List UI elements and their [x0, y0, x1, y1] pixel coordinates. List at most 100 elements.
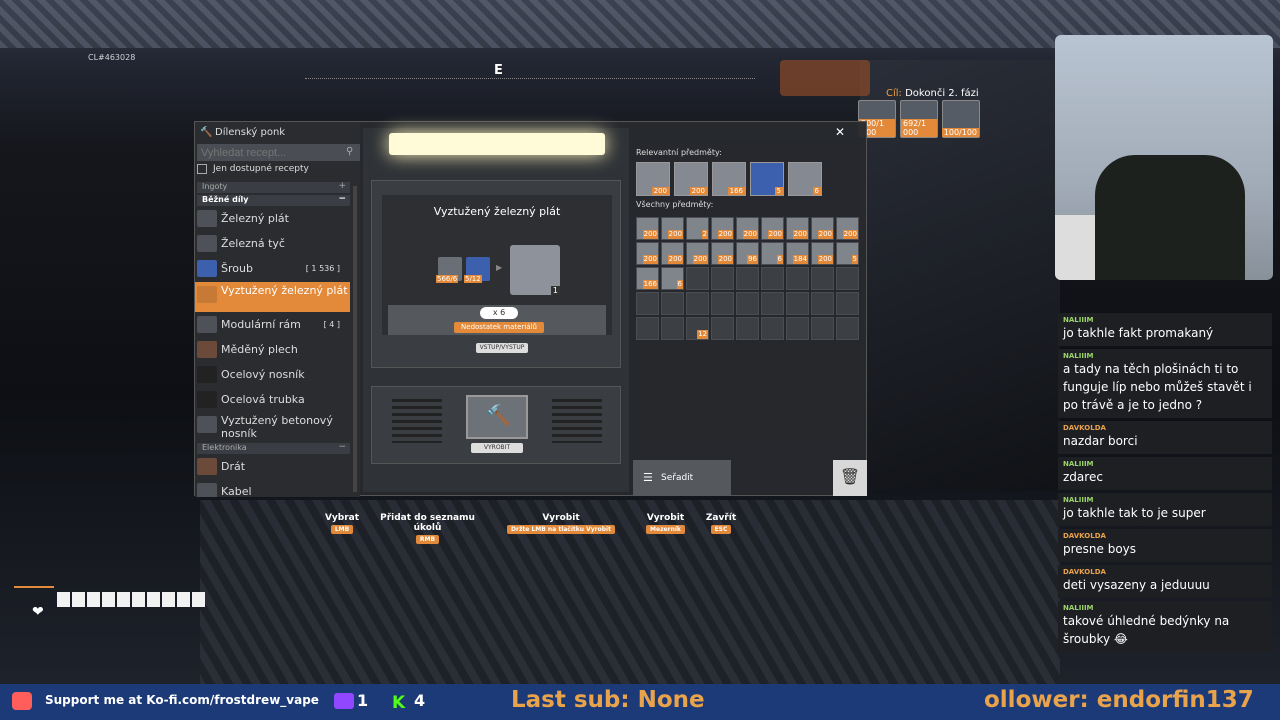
chat-username: NALIIIM	[1063, 496, 1094, 504]
health-bar	[57, 592, 205, 607]
recipe-item[interactable]: Modulární rám[ 4 ]	[195, 312, 350, 337]
item-icon	[197, 235, 217, 252]
quantity-selector[interactable]: x 6	[480, 307, 518, 319]
recipe-item[interactable]: Drát	[195, 454, 350, 479]
trash-icon[interactable]: 🗑	[833, 460, 867, 496]
ingredient-screw[interactable]: 5/12	[464, 257, 490, 283]
item-icon	[197, 416, 217, 433]
inventory-slot[interactable]	[761, 292, 784, 315]
inventory-slot[interactable]	[786, 292, 809, 315]
recipe-item[interactable]: Vyztužený betonový nosník	[195, 412, 350, 444]
hint-craft-space: Vyrobit Mezerník	[646, 513, 685, 534]
inventory-slot[interactable]: 96	[736, 242, 759, 265]
inventory-slot[interactable]	[811, 292, 834, 315]
only-available-checkbox[interactable]	[197, 164, 207, 174]
inventory-slot[interactable]: 200	[811, 217, 834, 240]
inventory-slot[interactable]: 5	[836, 242, 859, 265]
chat-text: deti vysazeny a jeduuuu	[1063, 578, 1210, 592]
inventory-slot[interactable]: 6	[761, 242, 784, 265]
inventory-slot[interactable]: 200	[711, 217, 734, 240]
kofi-icon	[12, 692, 32, 710]
inventory-slot[interactable]: 200	[636, 162, 670, 196]
goal-item: 100/100	[941, 100, 980, 138]
inventory-slot[interactable]: 6	[661, 267, 684, 290]
inventory-slot[interactable]: 200	[836, 217, 859, 240]
inventory-slot[interactable]	[636, 317, 659, 340]
inventory-slot[interactable]: 5	[750, 162, 784, 196]
inventory-slot[interactable]	[686, 292, 709, 315]
craft-button[interactable]: 🔨	[466, 395, 528, 439]
inventory-slot[interactable]	[786, 267, 809, 290]
close-icon[interactable]: ✕	[835, 125, 845, 139]
recipe-search-input[interactable]	[197, 144, 360, 161]
input-output-button[interactable]: VSTUP/VÝSTUP	[476, 343, 528, 353]
recipe-list-scrollbar[interactable]	[353, 186, 357, 492]
kick-count: 4	[414, 691, 426, 710]
inventory-slot[interactable]: 2	[686, 217, 709, 240]
category-ingots[interactable]: Ingoty +	[197, 181, 350, 193]
inventory-slot[interactable]	[786, 317, 809, 340]
inventory-slot[interactable]	[811, 267, 834, 290]
last-sub: Last sub: None	[511, 687, 705, 713]
inventory-slot[interactable]	[736, 292, 759, 315]
inventory-slot[interactable]	[761, 267, 784, 290]
inventory-slot[interactable]: 200	[811, 242, 834, 265]
recipe-result[interactable]: 1	[510, 245, 560, 295]
inventory-slot[interactable]	[811, 317, 834, 340]
goal-item: 692/1 000	[900, 100, 938, 138]
inventory-slot[interactable]: 200	[786, 217, 809, 240]
hint-select: Vybrat LMB	[324, 513, 360, 534]
inventory-slot[interactable]	[661, 317, 684, 340]
inventory-slot[interactable]: 200	[711, 242, 734, 265]
recipe-item[interactable]: Kabel	[195, 479, 350, 497]
craft-button-label: VYROBIT	[471, 443, 523, 453]
inventory-slot[interactable]: 200	[661, 242, 684, 265]
inventory-slot[interactable]	[711, 267, 734, 290]
inventory-slot[interactable]: 166	[712, 162, 746, 196]
recipe-item[interactable]: Ocelový nosník	[195, 362, 350, 387]
recipe-item[interactable]: Ocelová trubka	[195, 387, 350, 412]
twitch-count: 1	[357, 691, 369, 710]
stream-bottom-bar: Support me at Ko-fi.com/frostdrew_vape 1…	[0, 684, 1280, 720]
inventory-slot[interactable]: 200	[661, 217, 684, 240]
inventory-slot[interactable]: 200	[686, 242, 709, 265]
inventory-slot[interactable]: 200	[736, 217, 759, 240]
chat-message: DAVKOLDA presne boys	[1058, 529, 1272, 562]
recipe-item[interactable]: Měděný plech	[195, 337, 350, 362]
recipe-item[interactable]: Železná tyč	[195, 231, 350, 256]
inventory-slot[interactable]	[836, 267, 859, 290]
chat-panel: NALIIIM jo takhle fakt promakaný NALIIIM a …	[1058, 313, 1272, 655]
inventory-slot[interactable]	[711, 317, 734, 340]
inventory-slot[interactable]	[736, 267, 759, 290]
inventory-slot[interactable]: 200	[636, 242, 659, 265]
compass-letter: E	[494, 63, 503, 78]
inventory-slot[interactable]	[836, 292, 859, 315]
craft-quantity-bar: x 6 Nedostatek materiálů	[388, 305, 606, 335]
item-icon	[197, 366, 217, 383]
goal-label: Dokonči 2. fázi	[905, 88, 979, 99]
recipe-item-selected[interactable]: Vyztužený železný plát	[195, 282, 350, 312]
inventory-slot[interactable]	[711, 292, 734, 315]
inventory-slot[interactable]	[736, 317, 759, 340]
recipe-list-panel: 🔨 Dílenský ponk ⚲ Jen dostupné recepty I…	[195, 122, 360, 497]
ingredient-iron-plate[interactable]: 566/6	[436, 257, 462, 283]
category-electronics[interactable]: Elektronika −	[197, 442, 350, 454]
inventory-slot[interactable]	[636, 292, 659, 315]
recipe-item[interactable]: Šroub[ 1 536 ]	[195, 256, 350, 281]
recipe-item[interactable]: Železný plát	[195, 206, 350, 231]
inventory-slot[interactable]	[836, 317, 859, 340]
inventory-slot[interactable]	[761, 317, 784, 340]
inventory-slot[interactable]: 12	[686, 317, 709, 340]
inventory-slot[interactable]: 166	[636, 267, 659, 290]
inventory-slot[interactable]	[661, 292, 684, 315]
inventory-slot[interactable]: 200	[761, 217, 784, 240]
inventory-slot[interactable]	[686, 267, 709, 290]
inventory-slot[interactable]: 184	[786, 242, 809, 265]
sort-button[interactable]: ☰ Seřadit	[633, 460, 731, 496]
category-common-parts[interactable]: Běžné díly −	[197, 194, 350, 206]
inventory-slot[interactable]: 200	[674, 162, 708, 196]
chat-message: NALIIIM jo takhle tak to je super	[1058, 493, 1272, 526]
inventory-slot[interactable]: 6	[788, 162, 822, 196]
item-icon	[197, 458, 217, 475]
inventory-slot[interactable]: 200	[636, 217, 659, 240]
